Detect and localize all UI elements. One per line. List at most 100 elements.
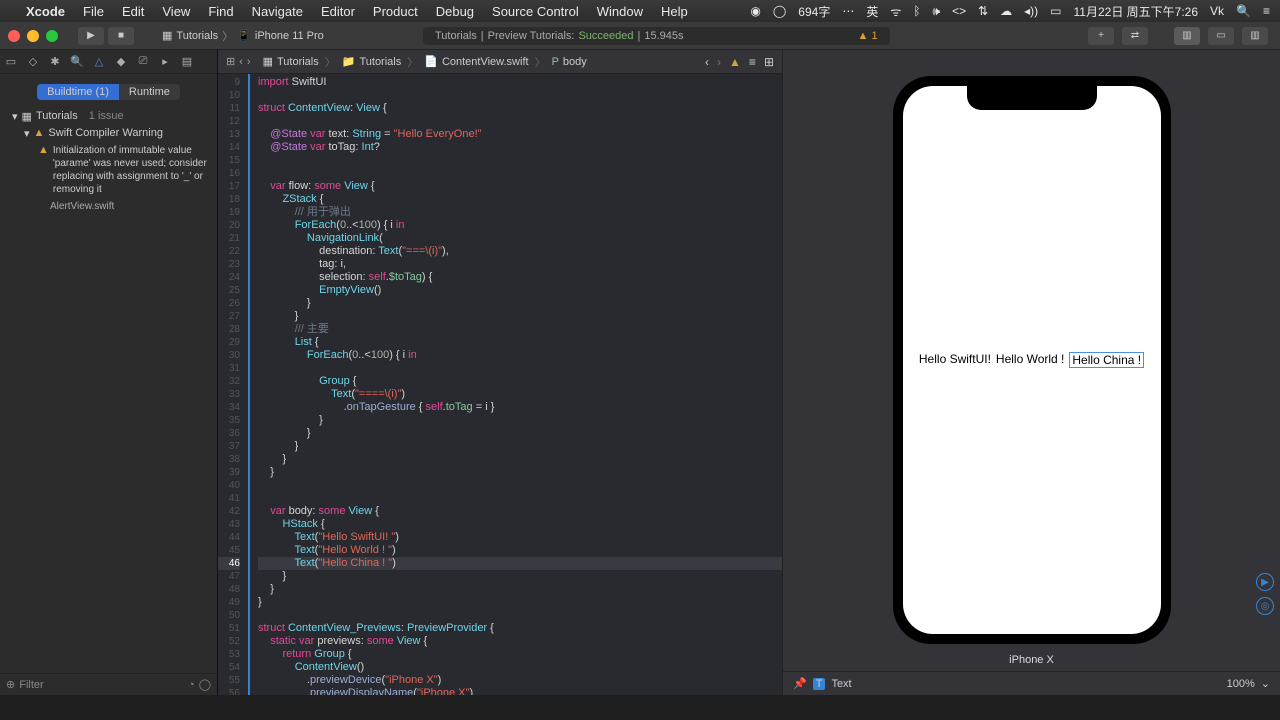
footer-type-icon: T: [813, 678, 826, 690]
editor-area: ⊞ ‹ › ▦ Tutorials 〉 📁 Tutorials 〉 📄 Cont…: [218, 50, 782, 695]
menu-navigate[interactable]: Navigate: [252, 4, 303, 19]
project-icon: ▦: [22, 110, 32, 123]
status-account[interactable]: Vk: [1210, 4, 1224, 18]
status-code-icon[interactable]: <>: [952, 4, 966, 18]
editor-add-icon[interactable]: ⊞: [764, 55, 774, 69]
zoom-level[interactable]: 100%: [1227, 678, 1255, 690]
issue-file-row[interactable]: AlertView.swift: [0, 198, 217, 215]
menu-help[interactable]: Help: [661, 4, 688, 19]
status-time: 15.945s: [644, 30, 683, 42]
pin-icon[interactable]: 📌: [793, 677, 807, 690]
status-wifi-icon[interactable]: ᯤ: [890, 3, 901, 20]
menu-view[interactable]: View: [162, 4, 190, 19]
issue-item-row[interactable]: ▲ Initialization of immutable value 'par…: [0, 142, 217, 198]
scheme-selector[interactable]: ▦ Tutorials 〉 📱 iPhone 11 Pro: [162, 28, 324, 44]
jb-file[interactable]: ContentView.swift: [442, 56, 529, 68]
stop-button[interactable]: ■: [108, 27, 134, 45]
footer-label: Text: [831, 678, 851, 690]
code-review-button[interactable]: ⇄: [1122, 27, 1148, 45]
back-icon[interactable]: ‹: [239, 56, 243, 68]
navigator-filter[interactable]: ⊕ Filter ◔ ◯: [0, 673, 217, 695]
status-sound-icon[interactable]: ◂)): [1024, 4, 1038, 18]
window-close-button[interactable]: [8, 30, 20, 42]
status-wechat-icon[interactable]: ⋯: [842, 4, 854, 18]
jb-symbol[interactable]: body: [563, 56, 587, 68]
menu-xcode[interactable]: Xcode: [26, 4, 65, 19]
menu-find[interactable]: Find: [208, 4, 233, 19]
toolbar: ▶ ■ ▦ Tutorials 〉 📱 iPhone 11 Pro Tutori…: [0, 22, 1280, 50]
library-button[interactable]: +: [1088, 27, 1114, 45]
status-updown-icon[interactable]: ⇅: [978, 4, 988, 18]
jb-folder[interactable]: Tutorials: [359, 56, 401, 68]
status-stats[interactable]: 694字: [798, 3, 830, 20]
nav-report-icon[interactable]: ▤: [180, 55, 194, 69]
jb-project-icon: ▦: [263, 55, 273, 68]
status-tray-icon[interactable]: ▭: [1050, 4, 1061, 18]
warn-icon: ▲: [34, 127, 45, 139]
issue-project-row[interactable]: ▾ ▦ Tutorials 1 issue: [0, 108, 217, 125]
preview-inspect-button[interactable]: ◎: [1256, 597, 1274, 615]
jb-nav-back-icon[interactable]: ‹: [705, 55, 709, 69]
nav-find-icon[interactable]: 🔍: [70, 55, 84, 69]
nav-debug-icon[interactable]: ⎚: [136, 55, 150, 69]
navigator-area: ▭ ◇ ✱ 🔍 △ ◆ ⎚ ▸ ▤ Buildtime (1) Runtime …: [0, 50, 218, 695]
filter-scope-icon[interactable]: ◯: [199, 678, 211, 691]
status-warn-icon[interactable]: ▲ 1: [688, 30, 878, 42]
nav-project-icon[interactable]: ▭: [4, 55, 18, 69]
jump-bar[interactable]: ⊞ ‹ › ▦ Tutorials 〉 📁 Tutorials 〉 📄 Cont…: [218, 50, 782, 74]
seg-buildtime[interactable]: Buildtime (1): [37, 84, 119, 100]
inspector-panel-button[interactable]: ▥: [1242, 27, 1268, 45]
preview-text-2[interactable]: Hello World !: [996, 352, 1064, 368]
status-notif-icon[interactable]: ≡: [1263, 4, 1270, 18]
zoom-dropdown-icon[interactable]: ⌄: [1261, 677, 1270, 690]
status-sync-icon[interactable]: ◯: [773, 4, 786, 18]
window-zoom-button[interactable]: [46, 30, 58, 42]
activity-viewer: Tutorials | Preview Tutorials: Succeeded…: [423, 27, 890, 45]
preview-text-3-selected[interactable]: Hello China !: [1069, 352, 1144, 368]
run-button[interactable]: ▶: [78, 27, 104, 45]
forward-icon[interactable]: ›: [247, 56, 251, 68]
filter-clock-icon[interactable]: ◔: [188, 679, 195, 691]
source-editor[interactable]: import SwiftUIstruct ContentView: View {…: [250, 74, 782, 695]
device-name: iPhone 11 Pro: [255, 30, 324, 42]
nav-source-icon[interactable]: ◇: [26, 55, 40, 69]
debug-panel-button[interactable]: ▭: [1208, 27, 1234, 45]
status-bluetooth-icon[interactable]: ᛒ: [913, 4, 920, 18]
menu-editor[interactable]: Editor: [321, 4, 355, 19]
status-search-icon[interactable]: 🔍: [1236, 4, 1251, 18]
navigator-tabs: ▭ ◇ ✱ 🔍 △ ◆ ⎚ ▸ ▤: [0, 50, 217, 74]
nav-issue-icon[interactable]: △: [92, 55, 106, 69]
disclosure-icon: ▾: [12, 110, 18, 123]
seg-runtime[interactable]: Runtime: [119, 84, 180, 100]
status-cloud-icon[interactable]: ☁: [1000, 4, 1012, 18]
status-ime[interactable]: 英: [866, 3, 878, 20]
jb-file-icon: 📄: [424, 55, 438, 68]
menu-window[interactable]: Window: [597, 4, 643, 19]
issue-navigator: Buildtime (1) Runtime ▾ ▦ Tutorials 1 is…: [0, 74, 217, 673]
jb-nav-fwd-icon[interactable]: ›: [717, 55, 721, 69]
status-record-icon[interactable]: ◉: [750, 4, 760, 18]
menu-debug[interactable]: Debug: [436, 4, 474, 19]
nav-breakpoint-icon[interactable]: ▸: [158, 55, 172, 69]
nav-symbol-icon[interactable]: ✱: [48, 55, 62, 69]
editor-options-icon[interactable]: ▲: [729, 55, 741, 69]
status-vol-icon[interactable]: 🕪: [933, 4, 941, 19]
issue-group-row[interactable]: ▾ ▲ Swift Compiler Warning: [0, 125, 217, 142]
status-mode: Preview Tutorials:: [488, 30, 575, 42]
menu-edit[interactable]: Edit: [122, 4, 144, 19]
nav-test-icon[interactable]: ◆: [114, 55, 128, 69]
preview-play-button[interactable]: ▶: [1256, 573, 1274, 591]
editor-layout-icon[interactable]: ≡: [749, 55, 756, 69]
nav-panel-button[interactable]: ▥: [1174, 27, 1200, 45]
line-gutter[interactable]: 9101112131415161718192021222324252627282…: [218, 74, 250, 695]
preview-text-1[interactable]: Hello SwiftUI!: [919, 352, 991, 368]
menu-file[interactable]: File: [83, 4, 104, 19]
jb-project[interactable]: Tutorials: [277, 56, 319, 68]
preview-footer: 📌 T Text 100% ⌄: [783, 671, 1280, 695]
status-date: 11月22日 周五下午7:26: [1074, 3, 1199, 20]
menu-source-control[interactable]: Source Control: [492, 4, 579, 19]
jb-folder-icon: 📁: [342, 55, 356, 68]
window-minimize-button[interactable]: [27, 30, 39, 42]
related-icon[interactable]: ⊞: [226, 55, 235, 68]
menu-product[interactable]: Product: [373, 4, 418, 19]
